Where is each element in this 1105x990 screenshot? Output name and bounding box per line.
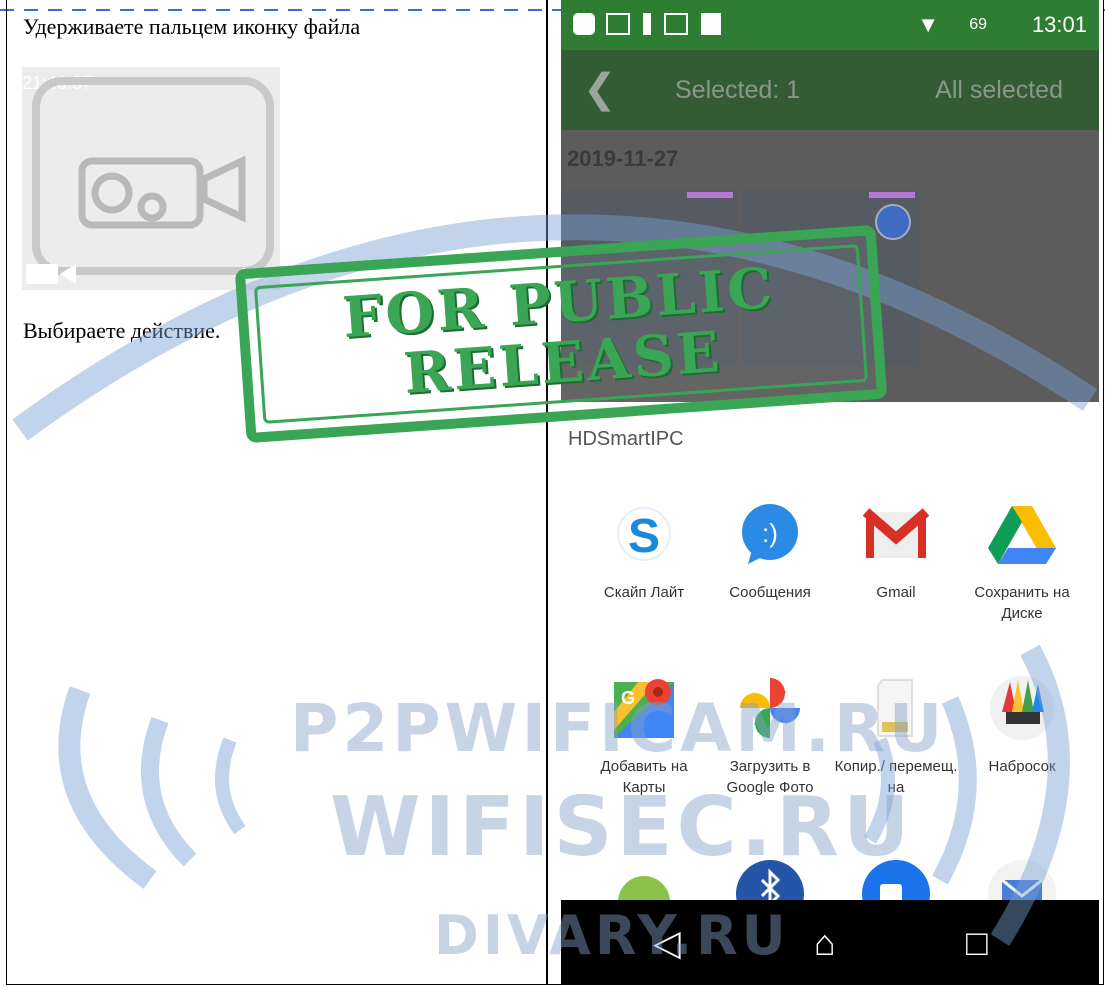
document-page: Удерживаете пальцем иконку файла 21:43:3… — [0, 0, 1105, 990]
watermark-site-1: P2PWIFICAM.RU — [290, 690, 947, 767]
watermark-site-3: DIVARY.RU — [434, 904, 790, 967]
watermark-site-2: WIFISEC.RU — [330, 780, 914, 875]
